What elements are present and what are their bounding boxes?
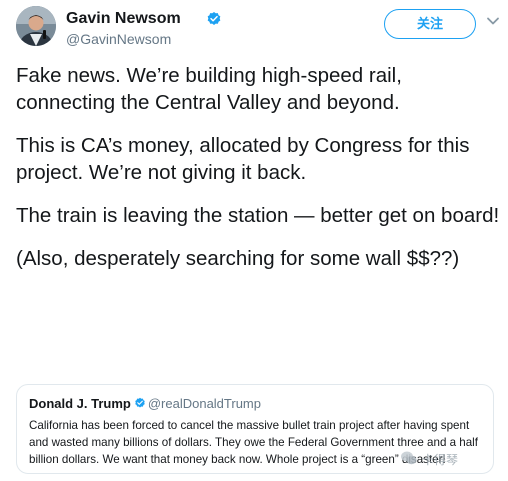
author-display-name[interactable]: Gavin Newsom [66, 10, 181, 28]
verified-badge-icon [207, 12, 221, 25]
tweet-paragraph: (Also, desperately searching for some wa… [16, 247, 460, 270]
verified-badge-icon [135, 397, 145, 408]
avatar-photo [16, 6, 56, 46]
tweet-paragraph: Fake news. We’re building high-speed rai… [16, 64, 402, 114]
chevron-down-icon[interactable] [486, 14, 500, 28]
tweet-paragraph: This is CA’s money, allocated by Congres… [16, 134, 470, 184]
author-handle[interactable]: @GavinNewsom [66, 31, 171, 47]
watermark-text: 卡得琴 [422, 453, 459, 467]
follow-button[interactable]: 关注 [384, 9, 476, 39]
quoted-tweet-header: Donald J. Trump @realDonaldTrump [29, 396, 481, 412]
quoted-author-handle[interactable]: @realDonaldTrump [148, 396, 261, 411]
wechat-logo-icon [401, 451, 417, 465]
tweet-paragraph: The train is leaving the station — bette… [16, 204, 500, 227]
quoted-author-name[interactable]: Donald J. Trump [29, 396, 131, 411]
tweet-header: Gavin Newsom @GavinNewsom 关注 [16, 6, 499, 50]
tweet-text: Fake news. We’re building high-speed rai… [16, 62, 500, 288]
watermark: 卡得琴 [400, 447, 492, 469]
avatar[interactable] [16, 6, 56, 46]
